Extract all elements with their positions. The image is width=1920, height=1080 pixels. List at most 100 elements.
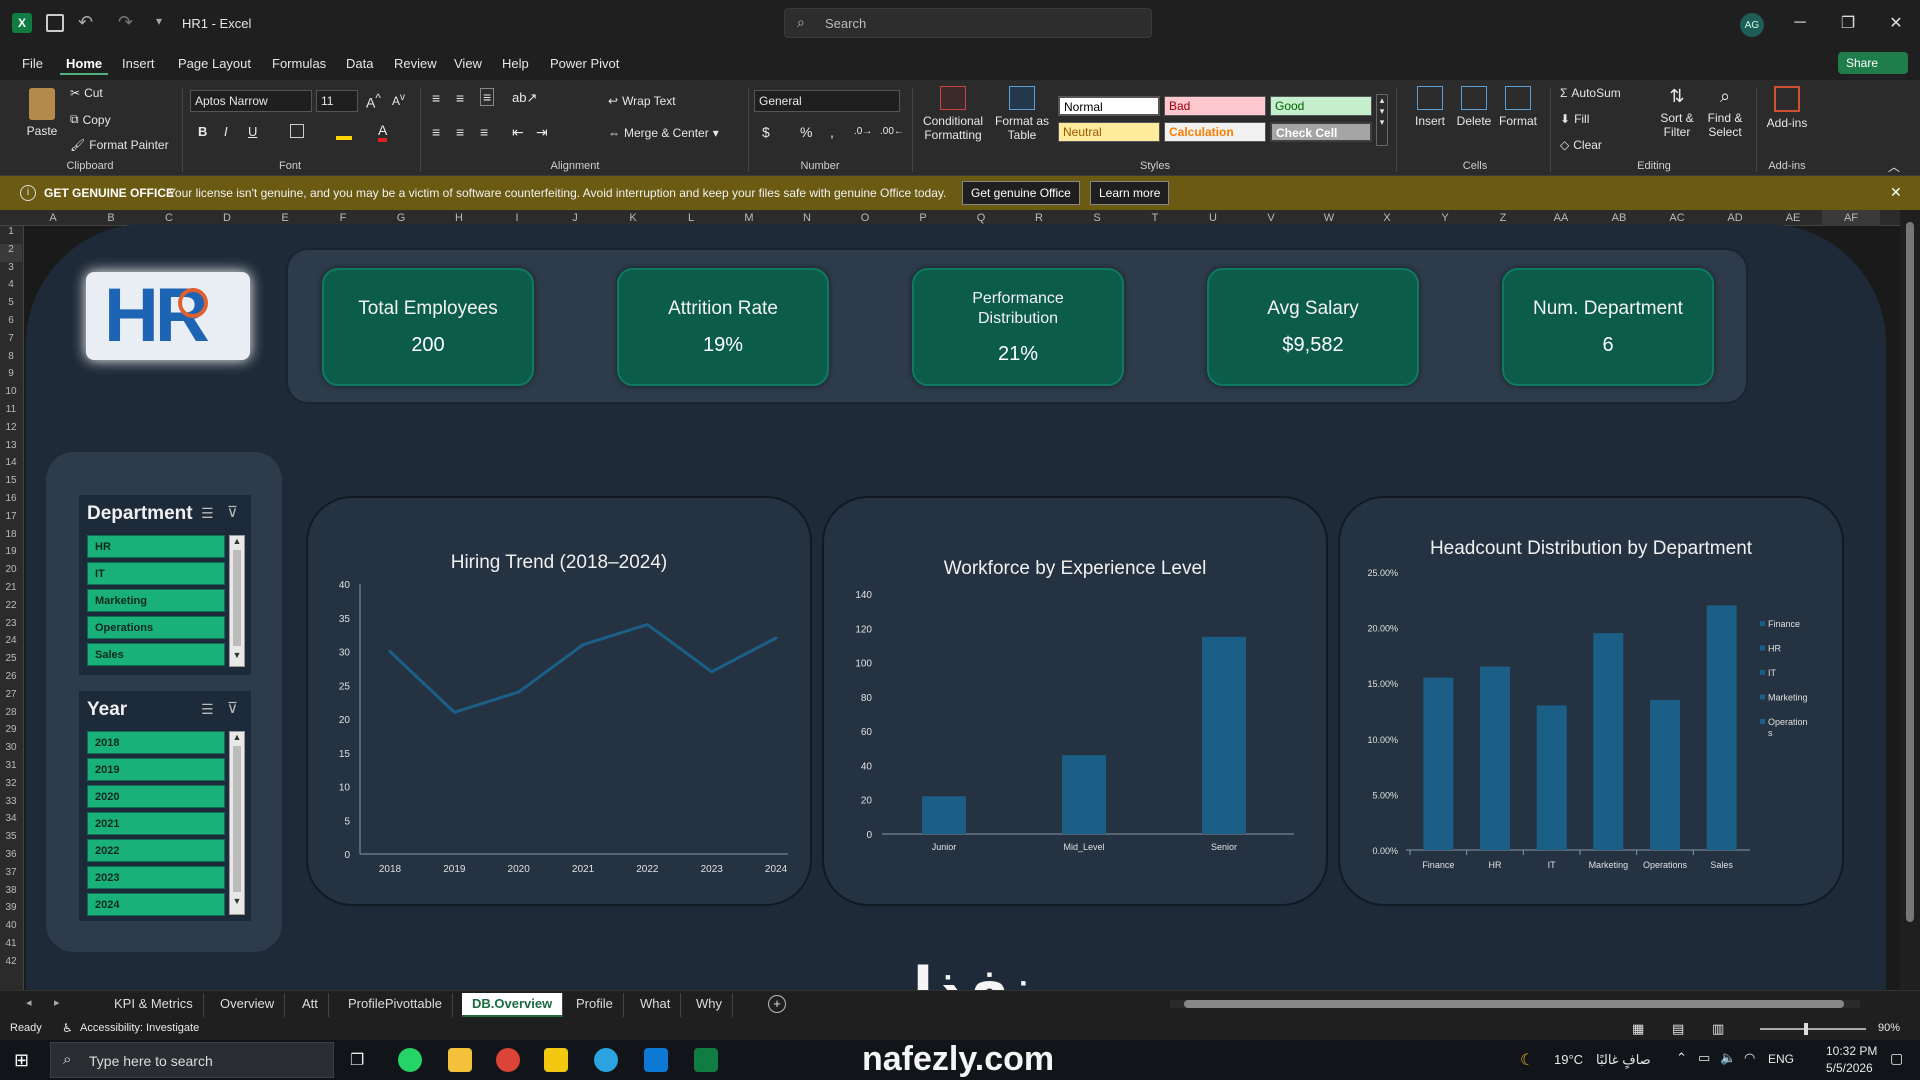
menu-file[interactable]: File [16,54,49,73]
addins-button[interactable]: Add-ins [1762,86,1812,130]
tab-db-overview[interactable]: DB.Overview [462,993,564,1017]
row-header[interactable]: 32 [0,778,22,796]
file-explorer-icon[interactable] [448,1048,472,1072]
telegram-icon[interactable] [594,1048,618,1072]
accessibility-status[interactable]: Accessibility: Investigate [80,1022,199,1034]
row-header[interactable]: 37 [0,867,22,885]
row-header[interactable]: 17 [0,511,22,529]
whatsapp-icon[interactable] [398,1048,422,1072]
style-calculation[interactable]: Calculation [1164,122,1266,142]
row-header[interactable]: 6 [0,315,22,333]
notifications-icon[interactable]: ▢ [1890,1050,1903,1067]
windows-start-icon[interactable]: ⊞ [14,1050,29,1071]
menu-view[interactable]: View [448,54,488,73]
input-language[interactable]: ENG [1768,1052,1794,1066]
row-header[interactable]: 2 [0,243,22,262]
save-icon[interactable] [46,14,64,32]
increase-decimal-icon[interactable]: .0→ [854,126,872,137]
menu-review[interactable]: Review [388,54,443,73]
align-bottom-icon[interactable]: ≡ [480,88,495,106]
merge-center-button[interactable]: ⇔ Merge & Center ▾ [608,126,719,140]
add-sheet-icon[interactable]: + [768,995,786,1013]
prev-sheet-icon[interactable]: ◂ [26,996,32,1009]
style-bad[interactable]: Bad [1164,96,1266,116]
row-header[interactable]: 22 [0,600,22,618]
menu-power-pivot[interactable]: Power Pivot [544,54,625,73]
row-header[interactable]: 14 [0,457,22,475]
bold-button[interactable]: B [198,124,207,139]
scrollbar-thumb[interactable] [233,550,241,646]
vertical-scrollbar[interactable] [1900,210,1920,990]
increase-indent-icon[interactable]: ⇥ [536,124,548,141]
slicer-item-2019[interactable]: 2019 [87,758,225,781]
headcount-department-chart-card[interactable]: Headcount Distribution by Department 0.0… [1338,496,1844,906]
row-header[interactable]: 28 [0,707,22,725]
chrome-icon[interactable] [496,1048,520,1072]
row-header[interactable]: 19 [0,546,22,564]
slicer-scrollbar[interactable]: ▲ ▼ [229,535,245,667]
row-header[interactable]: 33 [0,796,22,814]
row-header[interactable]: 30 [0,742,22,760]
style-normal[interactable]: Normal [1058,96,1160,116]
row-header[interactable]: 31 [0,760,22,778]
redo-icon[interactable]: ↷ [118,12,133,33]
sort-filter-button[interactable]: ⇅ Sort & Filter [1652,86,1702,139]
fill-button[interactable]: ⬇ Fill [1560,112,1589,126]
minimize-button[interactable]: ─ [1776,0,1824,46]
battery-icon[interactable]: ▭ [1698,1050,1710,1066]
wrap-text-button[interactable]: ↩ Wrap Text [608,94,676,108]
align-middle-icon[interactable]: ≡ [456,90,464,106]
scrollbar-thumb[interactable] [1184,1000,1844,1008]
tab-what[interactable]: What [630,993,682,1017]
scrollbar-thumb[interactable] [1906,222,1914,922]
slicer-item-2023[interactable]: 2023 [87,866,225,889]
row-header[interactable]: 25 [0,653,22,671]
row-header[interactable]: 23 [0,618,22,636]
tab-kpi-metrics[interactable]: KPI & Metrics [104,993,204,1017]
row-header[interactable]: 26 [0,671,22,689]
weather-temp[interactable]: 19°C [1554,1052,1583,1067]
collapse-ribbon-icon[interactable]: ︿ [1888,158,1900,175]
slicer-item-2018[interactable]: 2018 [87,731,225,754]
close-icon[interactable]: ✕ [1890,184,1902,201]
row-header[interactable]: 10 [0,386,22,404]
tab-why[interactable]: Why [686,993,733,1017]
copy-button[interactable]: ⧉ Copy [70,112,111,127]
style-good[interactable]: Good [1270,96,1372,116]
align-left-icon[interactable]: ≡ [432,124,440,140]
get-genuine-office-button[interactable]: Get genuine Office [962,181,1080,205]
normal-view-icon[interactable]: ▦ [1632,1021,1644,1037]
user-avatar[interactable]: AG [1740,13,1764,37]
grow-font-icon[interactable]: A^ [366,92,381,111]
italic-button[interactable]: I [224,124,228,139]
menu-insert[interactable]: Insert [116,54,161,73]
conditional-formatting-button[interactable]: Conditional Formatting [918,86,988,142]
format-painter-button[interactable]: 🖌 Format Painter [70,138,169,152]
row-header[interactable]: 21 [0,582,22,600]
align-right-icon[interactable]: ≡ [480,124,488,140]
menu-home[interactable]: Home [60,54,109,75]
hiring-trend-chart-card[interactable]: Hiring Trend (2018–2024) 0 5 10 15 20 25 30 35 4… [306,496,812,906]
tab-profilepivottable[interactable]: ProfilePivottable [338,993,453,1017]
align-top-icon[interactable]: ≡ [432,90,440,106]
row-header[interactable]: 18 [0,529,22,547]
restore-button[interactable]: ❐ [1824,0,1872,46]
weather-desc[interactable]: صافٍ غالبًا [1596,1052,1651,1068]
tab-profile[interactable]: Profile [566,993,624,1017]
tray-chevron-icon[interactable]: ⌃ [1676,1050,1687,1066]
row-header[interactable]: 35 [0,831,22,849]
decrease-decimal-icon[interactable]: .00← [880,126,904,137]
row-header[interactable]: 42 [0,956,22,974]
zoom-level[interactable]: 90% [1878,1022,1900,1034]
row-header[interactable]: 38 [0,885,22,903]
align-center-icon[interactable]: ≡ [456,124,464,140]
delete-cells-button[interactable]: Delete [1452,86,1496,128]
clock-time[interactable]: 10:32 PM [1826,1044,1877,1058]
font-color-icon[interactable]: A [378,122,388,142]
autosum-button[interactable]: Σ AutoSum [1560,86,1621,100]
worksheet[interactable]: A B C D E F G H I J K L M N O P Q R S T U V W X Y Z AA AB AC AD AE AF 1… [0,210,1920,990]
page-layout-view-icon[interactable]: ▤ [1672,1021,1684,1037]
search-box[interactable]: ⌕ Search [784,8,1152,38]
task-view-icon[interactable]: ❐ [350,1050,364,1070]
power-bi-icon[interactable] [544,1048,568,1072]
